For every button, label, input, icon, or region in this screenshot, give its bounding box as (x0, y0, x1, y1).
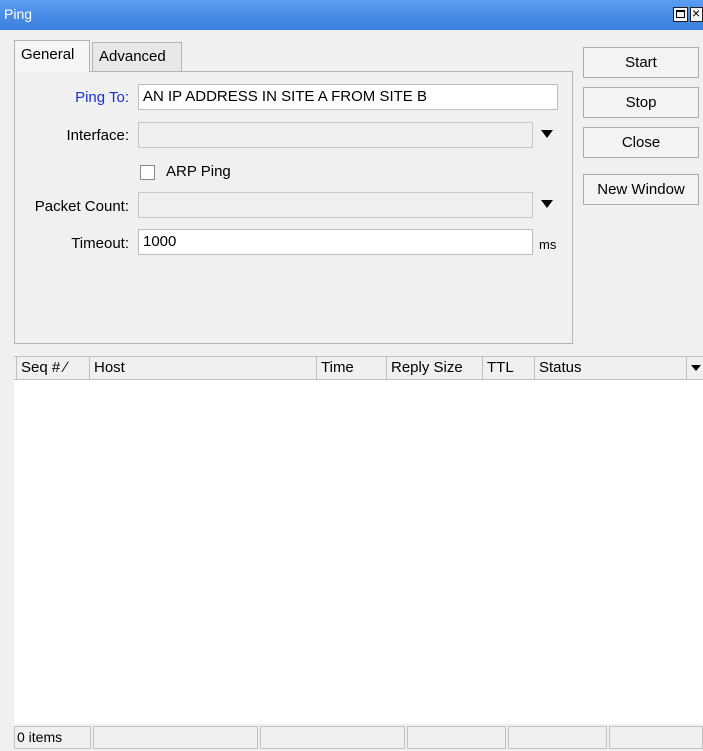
results-table-body[interactable] (14, 380, 703, 724)
column-menu-button[interactable] (686, 357, 703, 379)
tab-general[interactable]: General (14, 40, 90, 72)
arp-ping-checkbox[interactable] (140, 165, 155, 180)
title-bar[interactable]: Ping (0, 0, 703, 30)
packet-count-dropdown-icon[interactable] (541, 200, 553, 208)
ping-window: Ping General Advanced Ping To: AN IP ADD… (0, 0, 703, 751)
interface-label: Interface: (66, 127, 129, 144)
status-cell (609, 726, 703, 749)
column-seq[interactable]: Seq # ∕ (16, 357, 89, 379)
packet-count-field[interactable] (138, 192, 533, 218)
timeout-unit: ms (539, 237, 557, 252)
status-cell (407, 726, 506, 749)
status-cell (93, 726, 258, 749)
column-time[interactable]: Time (316, 357, 386, 379)
new-window-button[interactable]: New Window (583, 174, 699, 205)
ping-to-field[interactable]: AN IP ADDRESS IN SITE A FROM SITE B (138, 84, 558, 110)
column-status[interactable]: Status (534, 357, 686, 379)
stop-button[interactable]: Stop (583, 87, 699, 118)
maximize-icon[interactable] (673, 7, 688, 22)
column-ttl[interactable]: TTL (482, 357, 534, 379)
interface-field[interactable] (138, 122, 533, 148)
close-icon[interactable] (690, 5, 703, 22)
column-host[interactable]: Host (89, 357, 316, 379)
items-count: 0 items (14, 726, 91, 749)
status-bar: 0 items (14, 724, 703, 751)
column-reply-size[interactable]: Reply Size (386, 357, 482, 379)
packet-count-label: Packet Count: (34, 198, 129, 215)
arp-ping-label: ARP Ping (166, 163, 231, 180)
chevron-down-icon (691, 365, 701, 371)
status-cell (260, 726, 405, 749)
ping-to-label[interactable]: Ping To: (9, 89, 129, 106)
timeout-label: Timeout: (71, 235, 129, 252)
results-table-header: Seq # ∕ Host Time Reply Size TTL Status (14, 356, 703, 380)
tab-advanced[interactable]: Advanced (92, 42, 182, 72)
window-title: Ping (4, 6, 33, 22)
start-button[interactable]: Start (583, 47, 699, 78)
status-cell (508, 726, 607, 749)
close-button[interactable]: Close (583, 127, 699, 158)
timeout-field[interactable]: 1000 (138, 229, 533, 255)
interface-dropdown-icon[interactable] (541, 130, 553, 138)
